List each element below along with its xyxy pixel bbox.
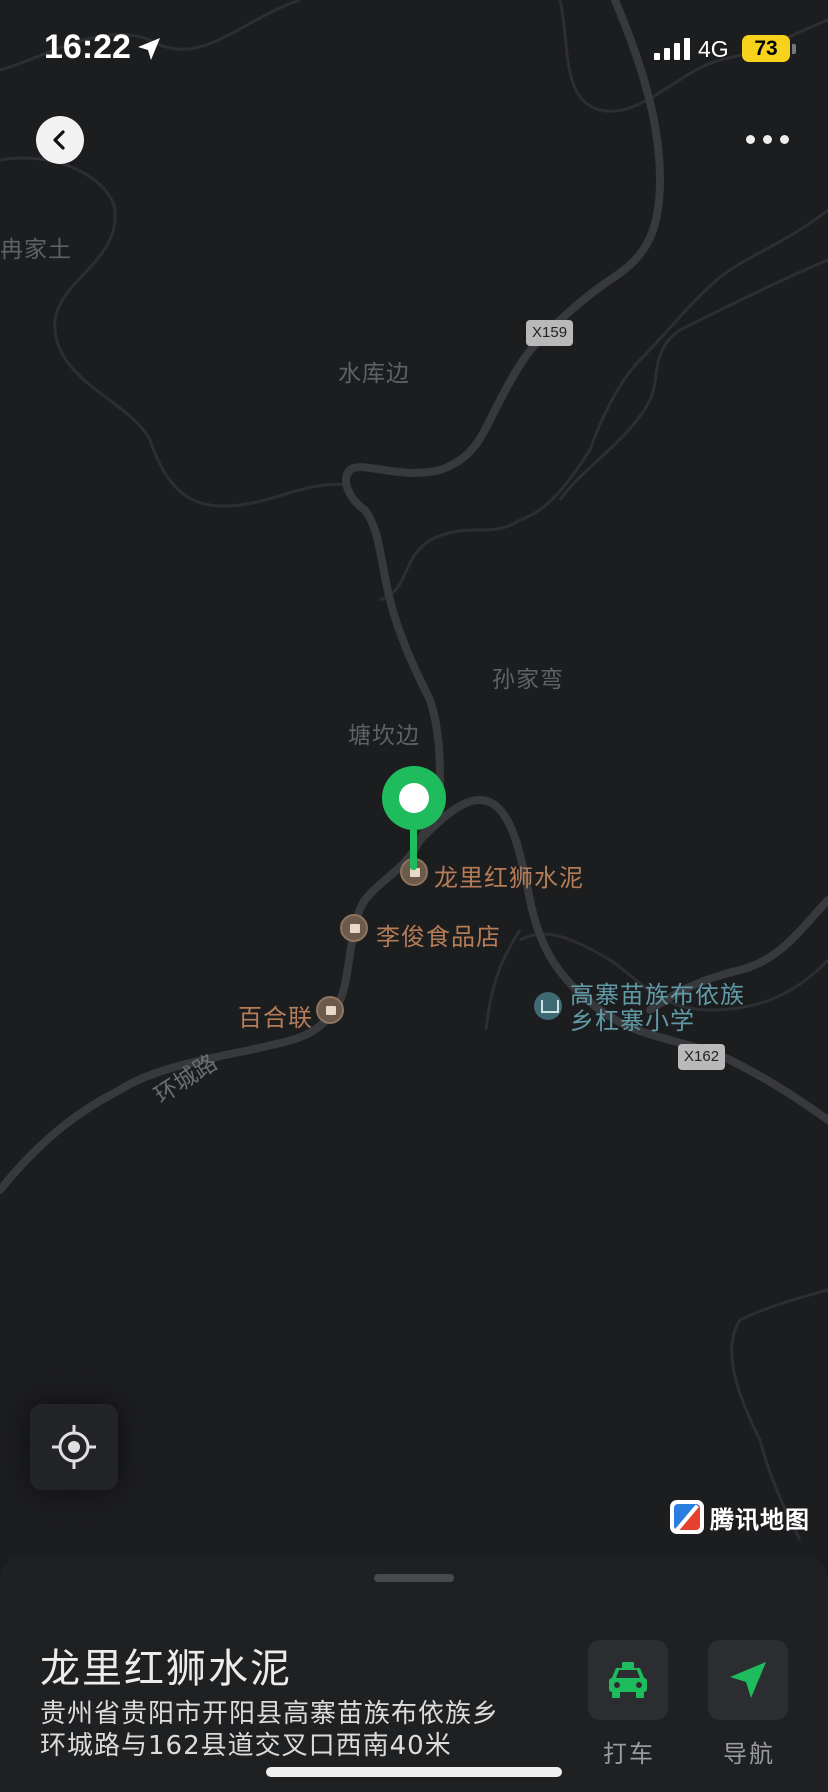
network-type: 4G (698, 36, 729, 62)
more-dot-icon (763, 135, 772, 144)
navigate-label: 导航 (723, 1740, 775, 1768)
battery-icon: 73 (742, 35, 790, 62)
shop-icon[interactable] (316, 996, 344, 1024)
status-bar: 16:22 4G 73 (0, 0, 828, 100)
chevron-left-icon (53, 130, 65, 150)
back-button[interactable] (36, 116, 84, 164)
poi-address-line1: 贵州省贵阳市开阳县高寨苗族布依族乡 (40, 1699, 500, 1729)
poi-detail-sheet[interactable]: 龙里红狮水泥 贵州省贵阳市开阳县高寨苗族布依族乡 环城路与162县道交叉口西南4… (0, 1556, 828, 1792)
status-time: 16:22 (44, 28, 131, 66)
navigate-button[interactable]: 导航 (708, 1640, 790, 1769)
home-indicator[interactable] (266, 1767, 562, 1777)
navigate-button-box[interactable] (708, 1640, 788, 1720)
place-label: 水库边 (338, 361, 410, 387)
poi-label[interactable]: 龙里红狮水泥 (434, 858, 584, 893)
location-arrow-icon (138, 38, 160, 60)
poi-address: 贵州省贵阳市开阳县高寨苗族布依族乡 环城路与162县道交叉口西南40米 (40, 1698, 540, 1762)
school-label-line2: 乡杠寨小学 (570, 1007, 695, 1035)
navigation-arrow-icon (730, 1662, 766, 1698)
map-brand-logo: 腾讯地图 (670, 1498, 810, 1536)
more-dot-icon (746, 135, 755, 144)
place-label: 孙家弯 (492, 667, 564, 693)
school-label[interactable]: 高寨苗族布依族 乡杠寨小学 (570, 982, 745, 1034)
location-pin-stem (410, 826, 417, 870)
crosshair-icon (52, 1425, 96, 1469)
location-pin-icon (382, 766, 446, 830)
place-label: 塘坎边 (348, 723, 420, 749)
poi-label[interactable]: 百合联 (238, 998, 313, 1033)
taxi-button-box[interactable] (588, 1640, 668, 1720)
poi-title: 龙里红狮水泥 (40, 1646, 292, 1692)
poi-label[interactable]: 李俊食品店 (376, 917, 501, 952)
taxi-button[interactable]: 打车 (588, 1640, 670, 1769)
road-shield-x159: X159 (526, 320, 574, 346)
battery-tip (792, 44, 796, 54)
more-options-button[interactable] (740, 124, 796, 154)
map-view[interactable]: 冉家土 水库边 孙家弯 塘坎边 X159 X162 环城路 龙里红狮水泥 李俊食… (0, 0, 828, 1560)
locate-me-button[interactable] (30, 1404, 118, 1490)
school-label-line1: 高寨苗族布依族 (570, 981, 745, 1009)
shop-icon[interactable] (340, 914, 368, 942)
taxi-label: 打车 (603, 1740, 655, 1768)
taxi-icon (609, 1662, 647, 1698)
more-dot-icon (780, 135, 789, 144)
signal-icon (654, 38, 690, 60)
road-shield-x162: X162 (678, 1044, 726, 1070)
school-icon[interactable] (534, 992, 562, 1020)
tencent-map-icon (670, 1500, 704, 1534)
place-label: 冉家土 (0, 237, 72, 263)
poi-address-line2: 环城路与162县道交叉口西南40米 (40, 1731, 452, 1761)
sheet-drag-handle[interactable] (374, 1574, 454, 1582)
brand-text: 腾讯地图 (710, 1505, 810, 1534)
